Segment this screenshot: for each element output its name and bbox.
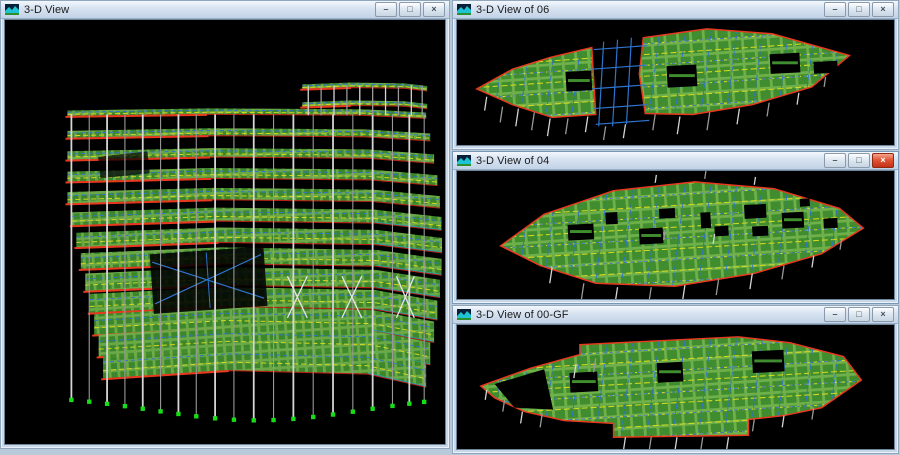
- restore-button[interactable]: □: [848, 153, 870, 168]
- close-button[interactable]: ×: [872, 153, 894, 168]
- view-icon[interactable]: [457, 309, 472, 320]
- titlebar[interactable]: 3-D View – □ ×: [1, 1, 449, 19]
- viewport-floor-06[interactable]: [457, 20, 894, 145]
- window-title: 3-D View of 04: [476, 155, 820, 167]
- viewport-3d-building[interactable]: [5, 20, 445, 444]
- view-icon[interactable]: [457, 155, 472, 166]
- window-3d-view-04: 3-D View of 04 – □ ×: [452, 151, 899, 304]
- viewport-floor-00-gf[interactable]: [457, 325, 894, 449]
- window-3d-view: 3-D View – □ ×: [0, 0, 450, 449]
- mdi-workspace: 3-D View – □ × 3-D View of 06 – □ ×: [0, 0, 900, 455]
- window-3d-view-00-gf: 3-D View of 00-GF – □ ×: [452, 305, 899, 454]
- close-button[interactable]: ×: [872, 307, 894, 322]
- restore-button[interactable]: □: [399, 2, 421, 17]
- restore-button[interactable]: □: [848, 2, 870, 17]
- window-title: 3-D View of 00-GF: [476, 309, 820, 321]
- titlebar[interactable]: 3-D View of 04 – □ ×: [453, 152, 898, 170]
- minimize-button[interactable]: –: [824, 2, 846, 17]
- minimize-button[interactable]: –: [824, 153, 846, 168]
- minimize-button[interactable]: –: [375, 2, 397, 17]
- minimize-button[interactable]: –: [824, 307, 846, 322]
- window-title: 3-D View of 06: [476, 4, 820, 16]
- restore-button[interactable]: □: [848, 307, 870, 322]
- view-icon[interactable]: [457, 4, 472, 15]
- window-title: 3-D View: [24, 4, 371, 16]
- window-3d-view-06: 3-D View of 06 – □ ×: [452, 0, 899, 150]
- close-button[interactable]: ×: [872, 2, 894, 17]
- titlebar[interactable]: 3-D View of 00-GF – □ ×: [453, 306, 898, 324]
- view-icon[interactable]: [5, 4, 20, 15]
- close-button[interactable]: ×: [423, 2, 445, 17]
- viewport-floor-04[interactable]: [457, 171, 894, 299]
- titlebar[interactable]: 3-D View of 06 – □ ×: [453, 1, 898, 19]
